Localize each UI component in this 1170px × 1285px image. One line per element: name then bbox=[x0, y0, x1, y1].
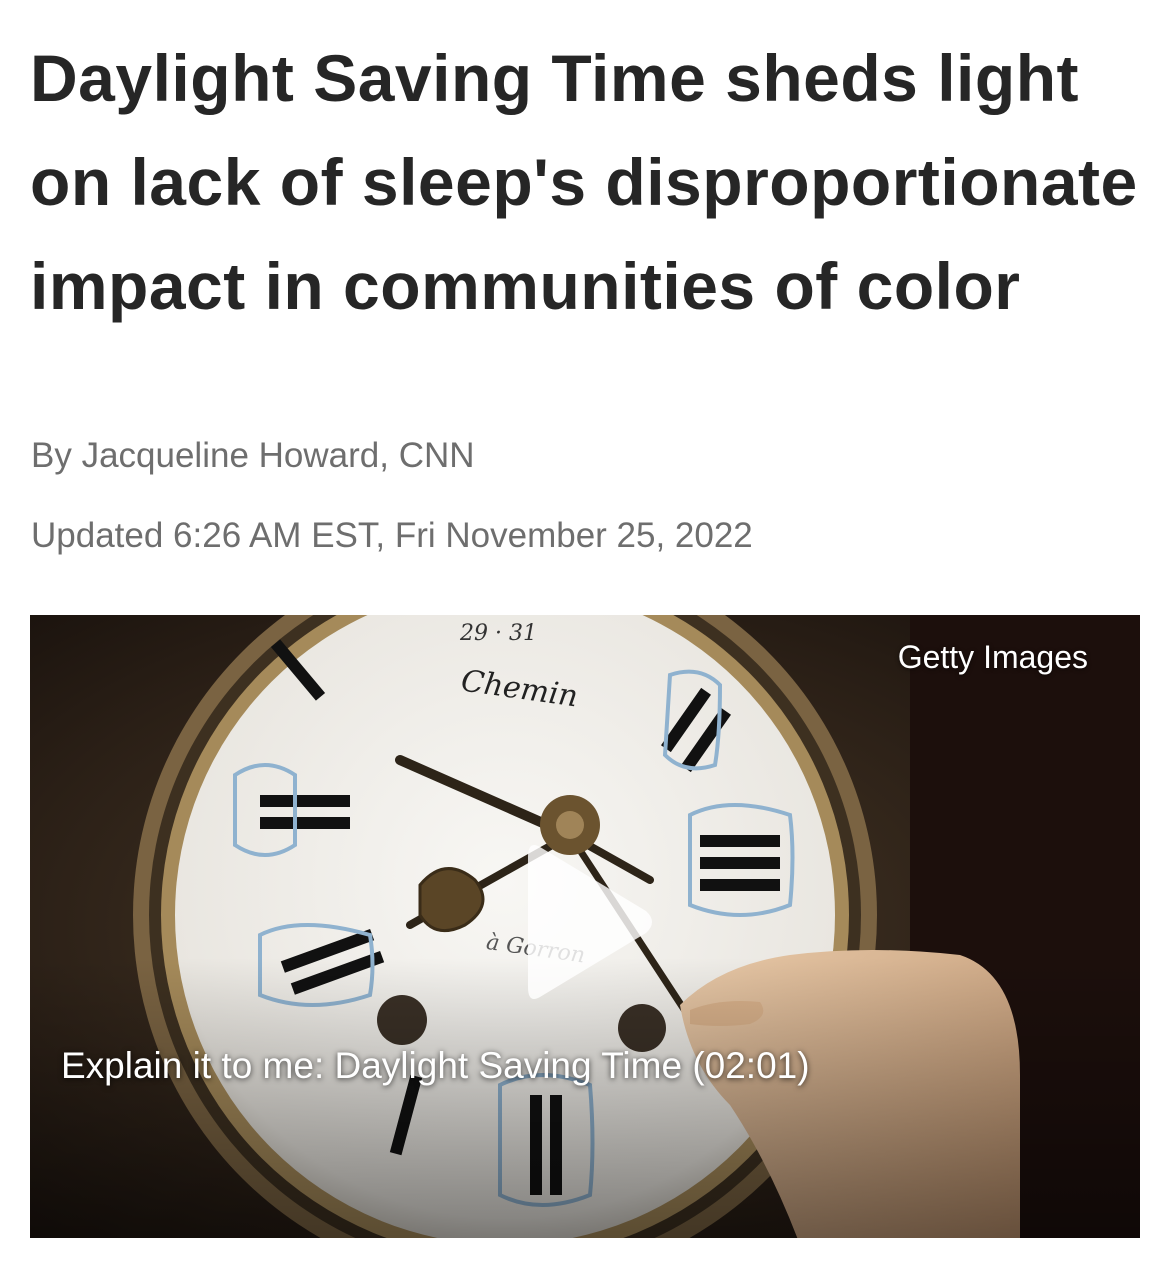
photo-credit: Getty Images bbox=[897, 639, 1088, 675]
play-button[interactable] bbox=[518, 837, 658, 1007]
article-timestamp: Updated 6:26 AM EST, Fri November 25, 20… bbox=[31, 516, 753, 555]
video-caption: Explain it to me: Daylight Saving Time (… bbox=[61, 1045, 810, 1086]
video-player[interactable]: 29 · 31 Chemin à Gorron Getty Images Exp… bbox=[30, 615, 1140, 1238]
article-headline: Daylight Saving Time sheds light on lack… bbox=[30, 41, 1138, 323]
article-byline[interactable]: By Jacqueline Howard, CNN bbox=[31, 436, 475, 476]
play-icon bbox=[528, 844, 652, 1000]
